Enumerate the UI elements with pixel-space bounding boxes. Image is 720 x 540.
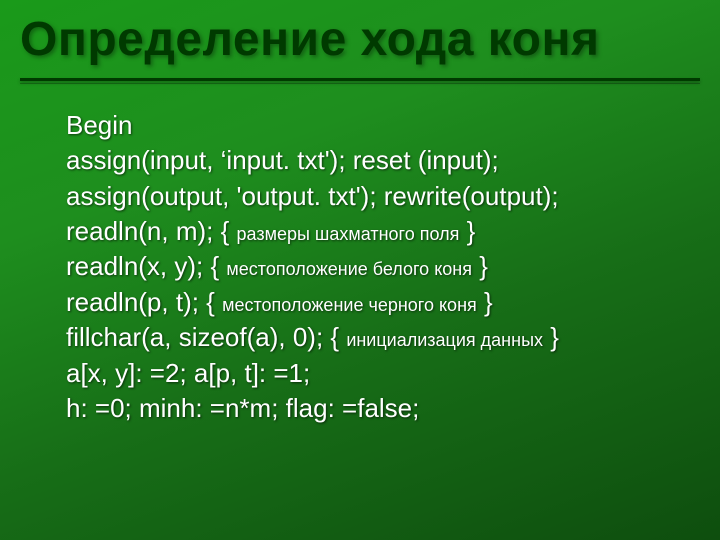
code-text: assign(input, ‘input. txt'); reset (inpu… (66, 145, 499, 175)
code-line: readln(x, y); { местоположение белого ко… (66, 249, 666, 284)
code-text: assign(output, 'output. txt'); rewrite(o… (66, 181, 559, 211)
code-line: Begin (66, 108, 666, 143)
code-comment: местоположение белого коня (226, 259, 472, 279)
code-text: h: =0; minh: =n*m; flag: =false; (66, 393, 419, 423)
code-line: readln(p, t); { местоположение черного к… (66, 285, 666, 320)
code-block: Begin assign(input, ‘input. txt'); reset… (66, 108, 666, 426)
code-text: fillchar(a, sizeof(a), 0); { (66, 322, 346, 352)
code-text: readln(n, m); { (66, 216, 237, 246)
code-text: } (543, 322, 559, 352)
code-line: h: =0; minh: =n*m; flag: =false; (66, 391, 666, 426)
title-underline (20, 78, 700, 81)
code-text: a[x, y]: =2; a[p, t]: =1; (66, 358, 310, 388)
code-text: } (459, 216, 475, 246)
code-line: readln(n, m); { размеры шахматного поля … (66, 214, 666, 249)
slide-title: Определение хода коня (20, 12, 600, 67)
code-line: fillchar(a, sizeof(a), 0); { инициализац… (66, 320, 666, 355)
slide: Определение хода коня Begin assign(input… (0, 0, 720, 540)
code-text: readln(p, t); { (66, 287, 222, 317)
code-text: } (472, 251, 488, 281)
code-text: readln(x, y); { (66, 251, 226, 281)
code-line: assign(output, 'output. txt'); rewrite(o… (66, 179, 666, 214)
code-text: } (477, 287, 493, 317)
code-line: assign(input, ‘input. txt'); reset (inpu… (66, 143, 666, 178)
code-line: a[x, y]: =2; a[p, t]: =1; (66, 356, 666, 391)
code-comment: местоположение черного коня (222, 295, 477, 315)
code-comment: размеры шахматного поля (237, 224, 460, 244)
code-text: Begin (66, 110, 133, 140)
code-comment: инициализация данных (346, 330, 543, 350)
